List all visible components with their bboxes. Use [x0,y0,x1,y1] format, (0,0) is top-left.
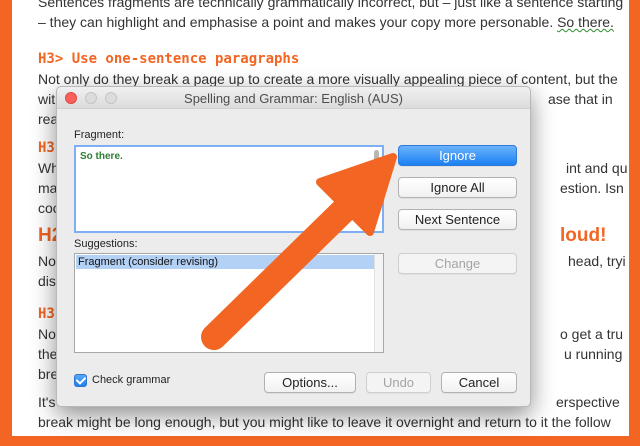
doc-line: ase that in [548,91,613,107]
doc-line: u running [564,346,623,362]
fragment-scrollbar[interactable] [374,150,379,166]
fragment-label: Fragment: [74,129,125,141]
doc-line: No [38,253,56,269]
fragment-textarea[interactable]: So there. [74,145,384,233]
dialog-titlebar[interactable]: Spelling and Grammar: English (AUS) [57,87,530,109]
undo-button[interactable]: Undo [366,372,431,393]
suggestion-item[interactable]: Fragment (consider revising) [76,255,375,269]
fragment-text: So there. [80,151,123,162]
doc-line: int and qu [566,160,628,176]
doc-line: No [38,326,56,342]
doc-line: the [38,346,58,362]
doc-line: o get a tru [560,326,624,342]
options-button[interactable]: Options... [264,372,356,393]
ignore-button[interactable]: Ignore [398,145,517,166]
doc-heading: H3 [38,306,55,322]
doc-line: wit [38,91,56,107]
dialog-title: Spelling and Grammar: English (AUS) [184,91,403,106]
doc-line: head, tryi [568,253,626,269]
doc-line: ma [38,180,58,196]
grammar-flagged-text[interactable]: So there. [557,14,614,30]
doc-line: estion. Isn [560,180,624,196]
doc-heading: H3> Use one-sentence paragraphs [38,51,300,67]
doc-line: It's [38,394,56,410]
spelling-grammar-dialog: Spelling and Grammar: English (AUS) Frag… [56,86,531,407]
check-grammar-checkbox[interactable] [74,374,87,387]
doc-line: break might be long enough, but you migh… [38,414,611,430]
doc-line: Sentences fragments are technically gram… [38,0,624,10]
cancel-button[interactable]: Cancel [441,372,517,393]
ignore-all-button[interactable]: Ignore All [398,177,517,198]
doc-line: erspective [556,394,620,410]
suggestions-list[interactable]: Fragment (consider revising) [74,253,384,353]
check-grammar-label: Check grammar [92,374,171,386]
suggestions-scrollbar[interactable] [374,254,383,352]
doc-heading: loud! [560,225,607,246]
suggestions-label: Suggestions: [74,238,138,250]
doc-heading: H3 [38,140,55,156]
change-button[interactable]: Change [398,253,517,274]
next-sentence-button[interactable]: Next Sentence [398,209,517,230]
doc-line: – they can highlight and emphasise a poi… [38,14,614,30]
